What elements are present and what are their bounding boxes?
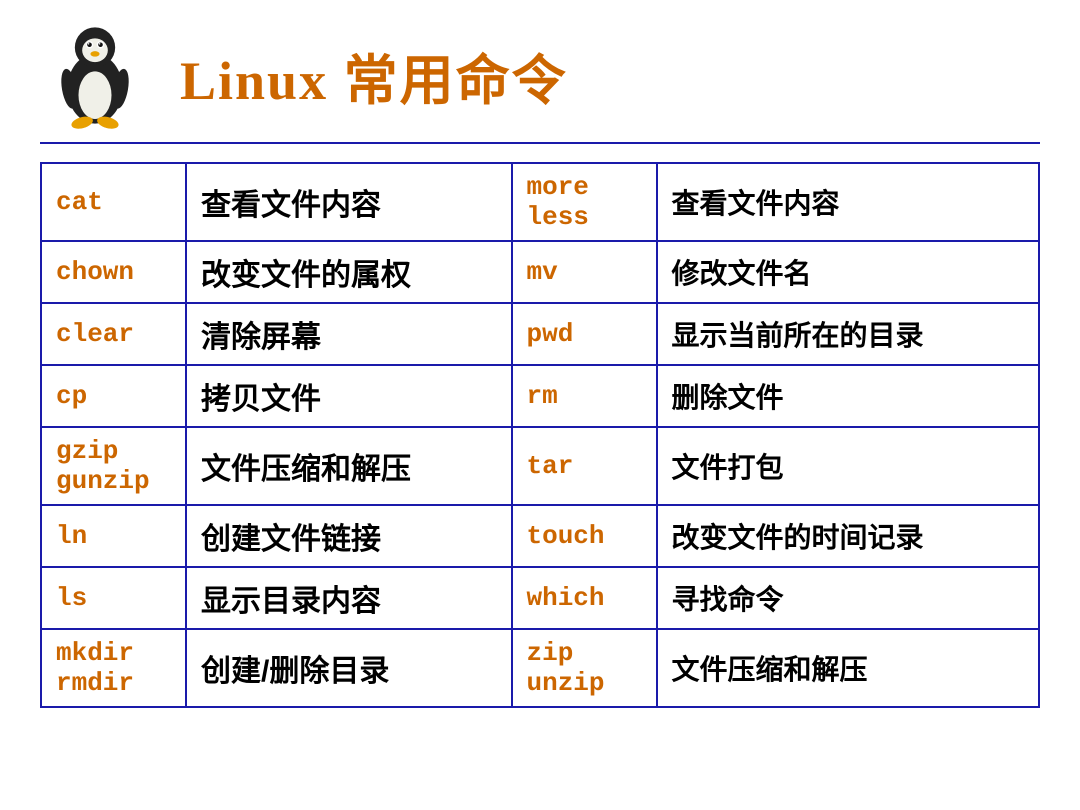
command-cell-right-3: rm <box>512 365 657 427</box>
desc-cell-left-3: 拷贝文件 <box>186 365 512 427</box>
table-row: chown改变文件的属权mv修改文件名 <box>41 241 1039 303</box>
desc-cell-right-4: 文件打包 <box>657 427 1040 505</box>
table-row: mkdir rmdir创建/删除目录zip unzip文件压缩和解压 <box>41 629 1039 707</box>
command-cell-right-5: touch <box>512 505 657 567</box>
command-cell-left-7: mkdir rmdir <box>41 629 186 707</box>
desc-cell-right-3: 删除文件 <box>657 365 1040 427</box>
table-row: ls显示目录内容which寻找命令 <box>41 567 1039 629</box>
command-cell-right-2: pwd <box>512 303 657 365</box>
desc-cell-right-2: 显示当前所在的目录 <box>657 303 1040 365</box>
header: Linux 常用命令 <box>40 20 1040 144</box>
command-cell-left-1: chown <box>41 241 186 303</box>
desc-cell-left-6: 显示目录内容 <box>186 567 512 629</box>
command-cell-right-4: tar <box>512 427 657 505</box>
desc-cell-left-2: 清除屏幕 <box>186 303 512 365</box>
command-cell-right-1: mv <box>512 241 657 303</box>
desc-cell-right-7: 文件压缩和解压 <box>657 629 1040 707</box>
command-cell-right-7: zip unzip <box>512 629 657 707</box>
command-cell-left-5: ln <box>41 505 186 567</box>
command-cell-right-6: which <box>512 567 657 629</box>
page-title: Linux 常用命令 <box>180 36 568 115</box>
desc-cell-left-4: 文件压缩和解压 <box>186 427 512 505</box>
desc-cell-left-7: 创建/删除目录 <box>186 629 512 707</box>
table-row: cp拷贝文件rm删除文件 <box>41 365 1039 427</box>
desc-cell-left-0: 查看文件内容 <box>186 163 512 241</box>
desc-cell-left-5: 创建文件链接 <box>186 505 512 567</box>
table-row: cat查看文件内容more less查看文件内容 <box>41 163 1039 241</box>
table-row: gzip gunzip文件压缩和解压tar文件打包 <box>41 427 1039 505</box>
table-row: ln创建文件链接touch改变文件的时间记录 <box>41 505 1039 567</box>
desc-cell-right-5: 改变文件的时间记录 <box>657 505 1040 567</box>
command-cell-left-2: clear <box>41 303 186 365</box>
command-cell-left-4: gzip gunzip <box>41 427 186 505</box>
desc-cell-left-1: 改变文件的属权 <box>186 241 512 303</box>
page: Linux 常用命令 cat查看文件内容more less查看文件内容chown… <box>0 0 1080 810</box>
command-cell-left-3: cp <box>41 365 186 427</box>
desc-cell-right-0: 查看文件内容 <box>657 163 1040 241</box>
command-cell-left-6: ls <box>41 567 186 629</box>
command-cell-right-0: more less <box>512 163 657 241</box>
command-table: cat查看文件内容more less查看文件内容chown改变文件的属权mv修改… <box>40 162 1040 708</box>
tux-icon <box>40 20 150 130</box>
command-cell-left-0: cat <box>41 163 186 241</box>
table-row: clear清除屏幕pwd显示当前所在的目录 <box>41 303 1039 365</box>
desc-cell-right-1: 修改文件名 <box>657 241 1040 303</box>
desc-cell-right-6: 寻找命令 <box>657 567 1040 629</box>
